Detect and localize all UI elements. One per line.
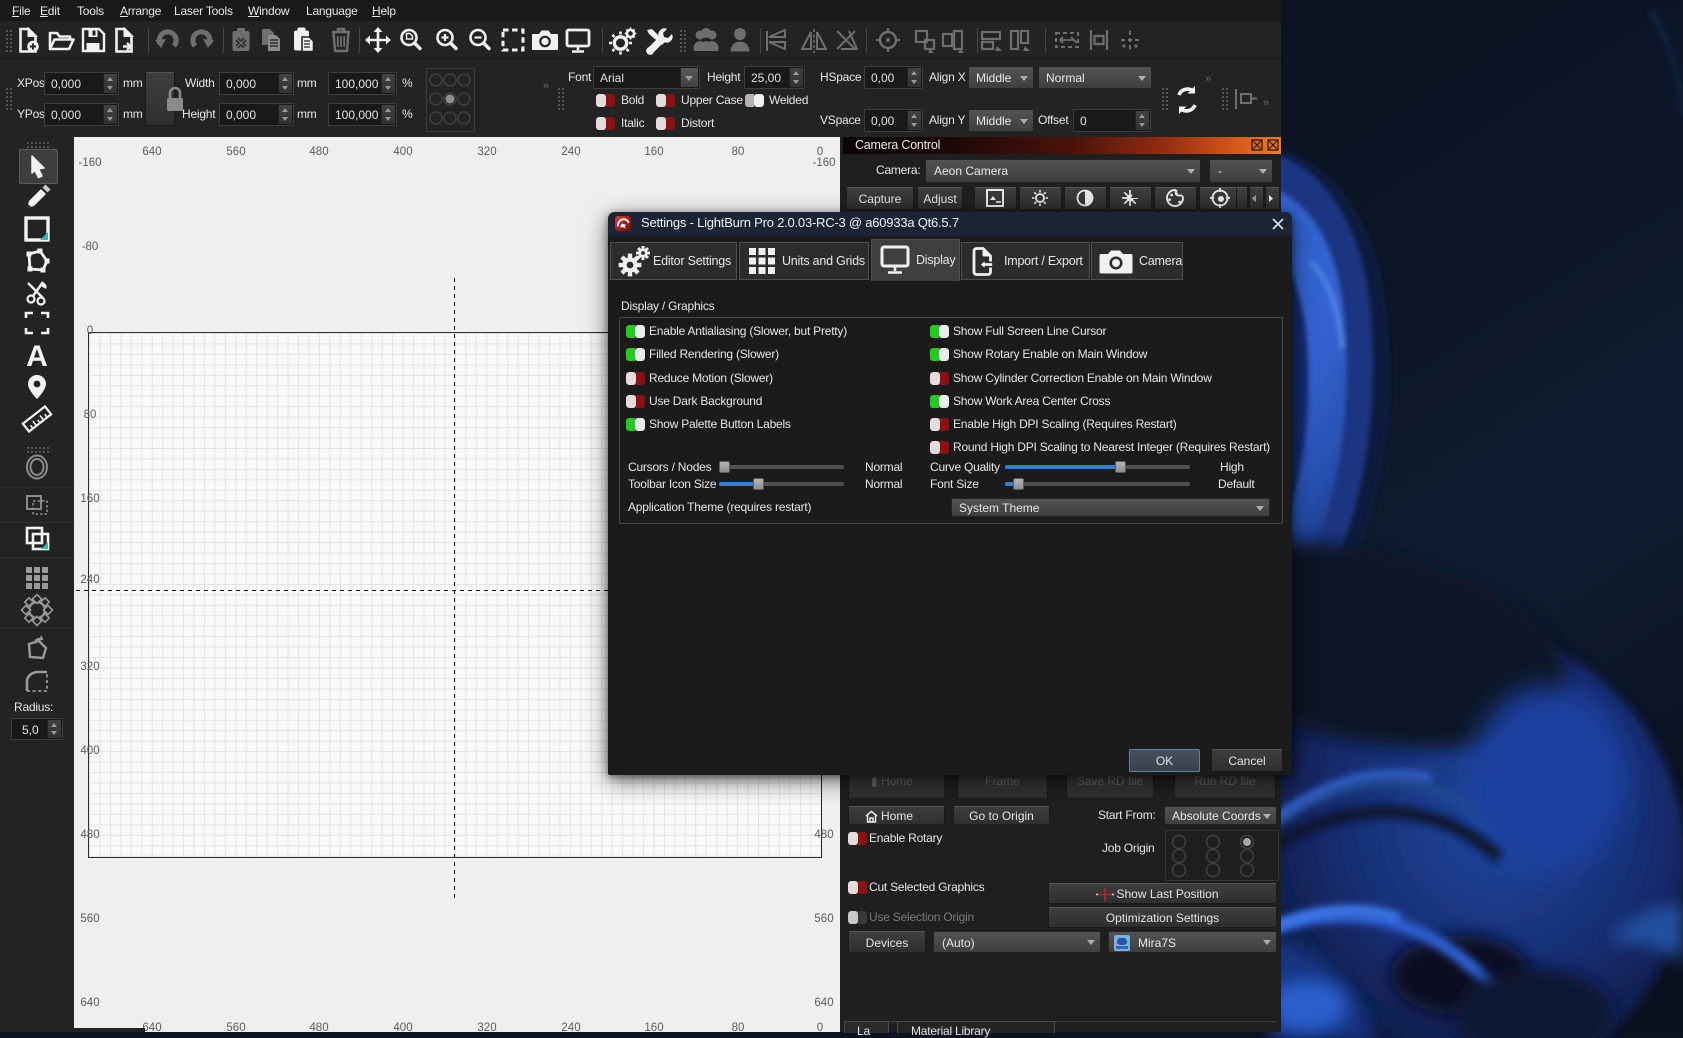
svg-text:A: A <box>26 340 48 373</box>
